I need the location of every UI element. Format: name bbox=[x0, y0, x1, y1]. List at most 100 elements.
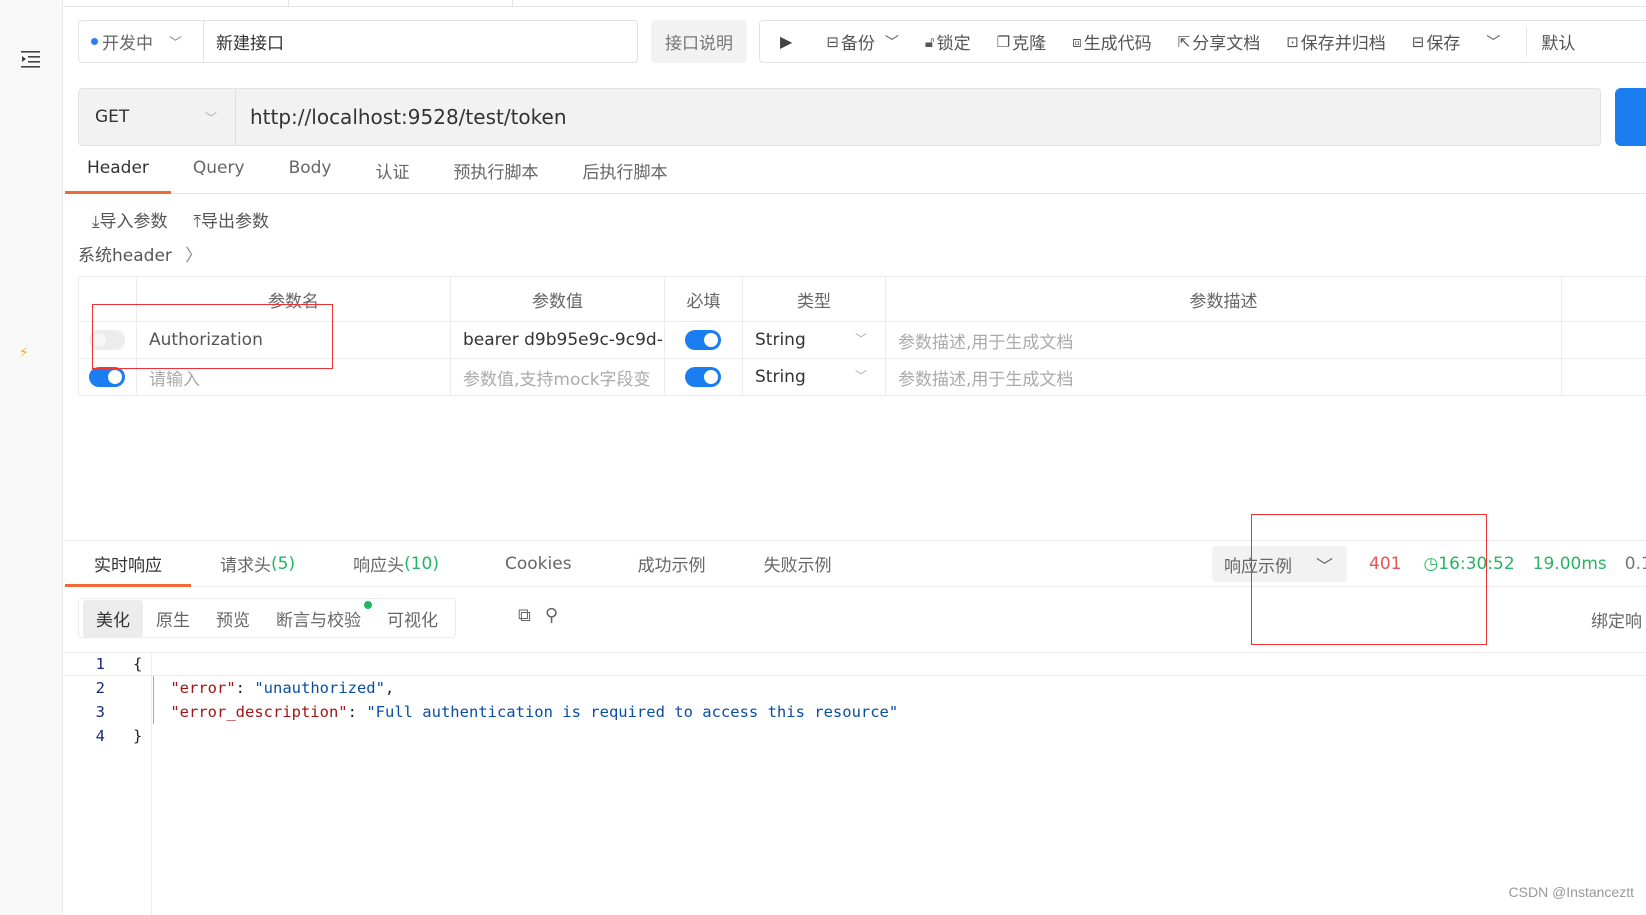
play-icon[interactable]: ▶ bbox=[780, 32, 792, 51]
send-button[interactable] bbox=[1615, 88, 1646, 146]
tab-label: 成功示例 bbox=[637, 556, 706, 576]
backup-label: 备份 bbox=[840, 34, 875, 54]
col-param-value: 参数值 bbox=[450, 276, 665, 322]
save-label: 保存 bbox=[1426, 34, 1461, 54]
param-actions: ⤓导入参数 ⤒导出参数 bbox=[92, 207, 269, 232]
share-doc-button[interactable]: ⇱ 分享文档 bbox=[1178, 29, 1261, 55]
param-value-cell[interactable]: bearer d9b95e9c-9c9d- bbox=[450, 321, 665, 359]
tab-success-example[interactable]: 成功示例 bbox=[609, 541, 735, 586]
more-chevron-icon[interactable]: ﹀ bbox=[1486, 32, 1500, 52]
save-archive-label: 保存并归档 bbox=[1300, 34, 1386, 54]
chevron-down-icon: ﹀ bbox=[204, 110, 217, 125]
search-icon[interactable]: ⚲ bbox=[545, 605, 558, 626]
api-doc-button[interactable]: 接口说明 bbox=[651, 20, 747, 63]
top-tab[interactable] bbox=[289, 0, 513, 7]
view-tab-visualize[interactable]: 可视化 bbox=[374, 600, 451, 637]
chevron-right-icon: 〉 bbox=[185, 246, 203, 266]
line-number: 2 bbox=[95, 679, 105, 697]
share-doc-label: 分享文档 bbox=[1192, 34, 1261, 54]
code-line: 3 "error_description": "Full authenticat… bbox=[63, 700, 1646, 724]
lock-button[interactable]: 🔓︎ 锁定 bbox=[925, 29, 971, 55]
col-type: 类型 bbox=[742, 276, 886, 322]
code-line: 2 "error": "unauthorized", bbox=[63, 676, 1646, 700]
indent-guide bbox=[153, 676, 154, 724]
type-label: String bbox=[755, 330, 806, 350]
col-description: 参数描述 bbox=[885, 276, 1562, 322]
view-tab-pretty[interactable]: 美化 bbox=[83, 599, 143, 637]
system-header-toggle[interactable]: 系统header 〉 bbox=[78, 241, 202, 266]
tab-label: 实时响应 bbox=[94, 556, 162, 576]
tab-post-script[interactable]: 后执行脚本 bbox=[561, 150, 690, 193]
menu-collapse-icon[interactable] bbox=[21, 50, 41, 68]
code-icon: ⧈ bbox=[1072, 32, 1082, 51]
tab-pre-script[interactable]: 预执行脚本 bbox=[432, 150, 561, 193]
param-value-cell[interactable]: 参数值,支持mock字段变 bbox=[450, 358, 665, 396]
tab-realtime-response[interactable]: 实时响应 bbox=[65, 541, 191, 587]
method-select[interactable]: GET ﹀ bbox=[79, 89, 236, 145]
required-toggle[interactable] bbox=[685, 330, 721, 350]
sidebar: ⚡ bbox=[0, 0, 63, 915]
extra-cell bbox=[1561, 358, 1646, 396]
generate-code-button[interactable]: ⧈ 生成代码 bbox=[1072, 29, 1152, 55]
tab-failure-example[interactable]: 失败示例 bbox=[735, 541, 861, 586]
lightning-icon[interactable]: ⚡ bbox=[19, 345, 29, 361]
enable-toggle[interactable] bbox=[89, 367, 125, 387]
system-header-label: 系统header bbox=[78, 246, 172, 266]
code-line: 1{ bbox=[63, 652, 1646, 676]
save-archive-button[interactable]: ⊡ 保存并归档 bbox=[1286, 29, 1386, 55]
url-input[interactable] bbox=[236, 105, 1600, 129]
code-text: "error": "unauthorized", bbox=[121, 679, 394, 697]
view-tab-preview[interactable]: 预览 bbox=[203, 600, 263, 637]
json-punct bbox=[133, 703, 170, 721]
tab-auth[interactable]: 认证 bbox=[354, 150, 432, 193]
status-select[interactable]: 开发中 ﹀ bbox=[79, 21, 204, 62]
top-tab-strip bbox=[63, 0, 1646, 7]
extra-cell bbox=[1561, 321, 1646, 359]
tab-count: (10) bbox=[404, 553, 439, 574]
response-size: 0.1 bbox=[1624, 554, 1646, 574]
tab-header[interactable]: Header bbox=[65, 150, 171, 194]
code-text: } bbox=[121, 727, 142, 745]
backup-button[interactable]: ⊟ 备份 ﹀ bbox=[826, 29, 899, 55]
tab-request-headers[interactable]: 请求头 (5) bbox=[191, 541, 324, 586]
env-select[interactable]: 默认 bbox=[1541, 29, 1575, 54]
json-punct: : bbox=[347, 703, 367, 721]
backup-icon: ⊟ bbox=[826, 32, 839, 51]
view-icons: ⧉ ⚲ bbox=[518, 605, 558, 626]
json-punct: : bbox=[235, 679, 255, 697]
json-punct: } bbox=[133, 727, 143, 745]
view-tab-raw[interactable]: 原生 bbox=[143, 600, 203, 637]
type-select[interactable]: String ﹀ bbox=[742, 358, 886, 396]
import-params-button[interactable]: ⤓导入参数 bbox=[92, 207, 168, 232]
tab-cookies[interactable]: Cookies bbox=[468, 541, 609, 586]
url-bar: GET ﹀ bbox=[78, 88, 1601, 146]
view-tab-assertions[interactable]: 断言与校验 bbox=[263, 600, 374, 637]
type-select[interactable]: String ﹀ bbox=[742, 321, 886, 359]
tab-response-headers[interactable]: 响应头 (10) bbox=[324, 541, 468, 586]
required-toggle[interactable] bbox=[685, 367, 721, 387]
clone-button[interactable]: ❐ 克隆 bbox=[997, 29, 1046, 55]
top-tab[interactable] bbox=[63, 0, 289, 7]
api-name-input[interactable] bbox=[204, 31, 637, 52]
generate-code-label: 生成代码 bbox=[1083, 34, 1152, 54]
tab-body[interactable]: Body bbox=[267, 150, 354, 193]
response-body-editor[interactable]: 1{2 "error": "unauthorized", 3 "error_des… bbox=[63, 652, 1646, 915]
tab-label: 请求头 bbox=[220, 556, 271, 576]
copy-icon[interactable]: ⧉ bbox=[518, 605, 531, 626]
tab-query[interactable]: Query bbox=[171, 150, 267, 193]
import-label: 导入参数 bbox=[99, 212, 168, 232]
view-mode-tabs: 美化 原生 预览 断言与校验 可视化 bbox=[78, 598, 456, 638]
description-cell[interactable]: 参数描述,用于生成文档 bbox=[885, 321, 1562, 359]
save-icon: ⊟ bbox=[1411, 32, 1425, 51]
chevron-down-icon[interactable]: ﹀ bbox=[885, 32, 899, 52]
bind-response-button[interactable]: 绑定响 bbox=[1591, 607, 1642, 632]
code-line: 4} bbox=[63, 724, 1646, 748]
chevron-down-icon: ﹀ bbox=[854, 332, 867, 346]
annotation-box bbox=[1251, 514, 1487, 645]
description-cell[interactable]: 参数描述,用于生成文档 bbox=[885, 358, 1562, 396]
chevron-down-icon: ﹀ bbox=[169, 36, 183, 51]
save-button[interactable]: ⊟ 保存 bbox=[1411, 29, 1461, 55]
export-params-button[interactable]: ⤒导出参数 bbox=[194, 207, 270, 232]
assertions-label: 断言与校验 bbox=[276, 610, 361, 631]
tab-label: 响应头 bbox=[353, 556, 405, 576]
